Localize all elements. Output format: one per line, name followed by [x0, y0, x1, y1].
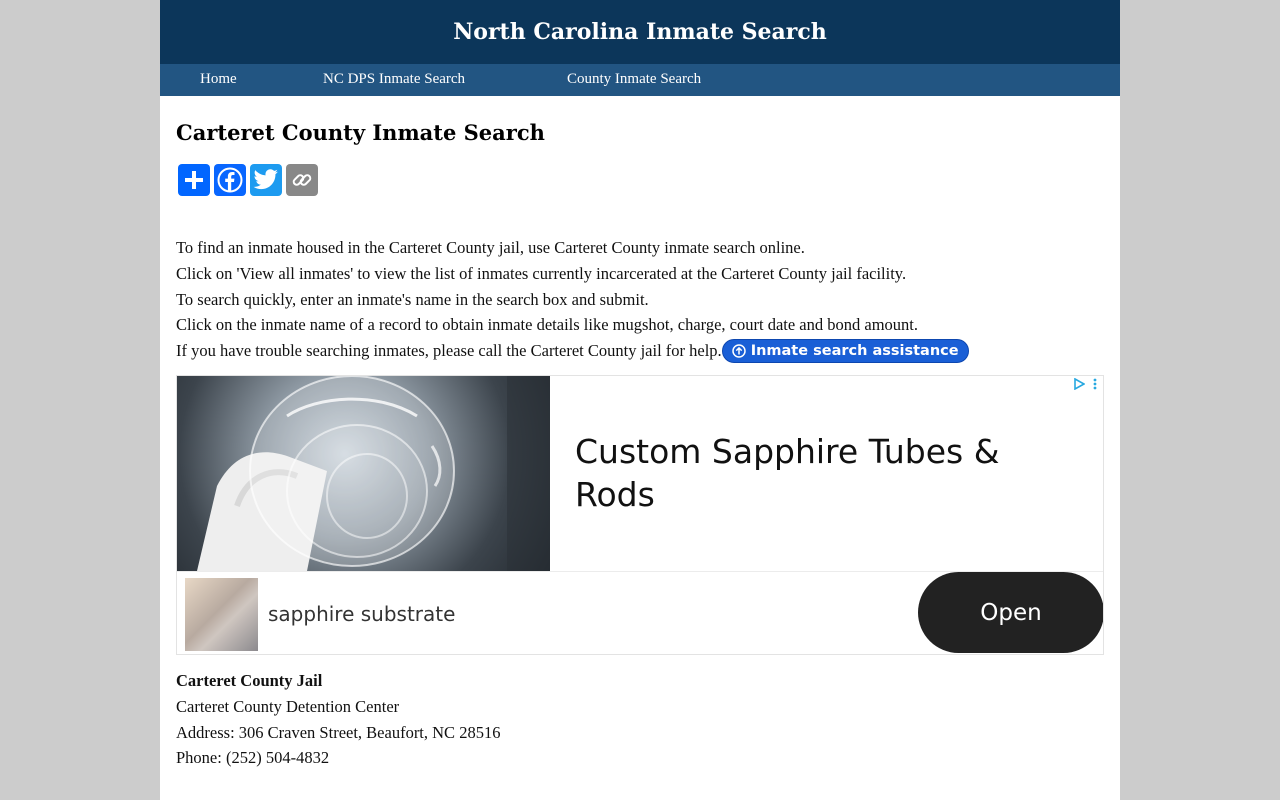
facebook-icon — [217, 167, 243, 193]
copy-link-button[interactable] — [286, 164, 318, 196]
inmate-search-assistance-button[interactable]: Inmate search assistance — [721, 339, 969, 364]
nav-home-link[interactable]: Home — [200, 71, 237, 88]
jail-info: Carteret County Jail Carteret County Det… — [176, 668, 500, 771]
advertisement[interactable]: Custom Sapphire Tubes & Rods sapphire su… — [176, 375, 1104, 655]
ad-open-button[interactable]: Open — [918, 572, 1103, 653]
help-text: If you have trouble searching inmates, p… — [176, 341, 722, 361]
sapphire-disc-image — [197, 376, 550, 571]
intro-line: To find an inmate housed in the Carteret… — [176, 238, 805, 257]
intro-line: To search quickly, enter an inmate's nam… — [176, 289, 649, 309]
ad-headline[interactable]: Custom Sapphire Tubes & Rods — [575, 430, 1045, 516]
page-title: Carteret County Inmate Search — [176, 120, 545, 145]
nav-nc-dps-link[interactable]: NC DPS Inmate Search — [323, 71, 465, 88]
ad-subtitle[interactable]: sapphire substrate — [268, 602, 455, 626]
jail-title: Carteret County Jail — [176, 671, 323, 690]
jail-name: Carteret County Detention Center — [176, 696, 400, 716]
ad-choices-icon[interactable] — [1073, 378, 1085, 390]
intro-line: Click on 'View all inmates' to view the … — [176, 263, 907, 283]
jail-address: Address: 306 Craven Street, Beaufort, NC… — [176, 722, 501, 742]
page-container: North Carolina Inmate Search Home NC DPS… — [160, 0, 1120, 800]
plus-icon — [185, 171, 203, 189]
site-header: North Carolina Inmate Search — [160, 0, 1120, 64]
twitter-share-button[interactable] — [250, 164, 282, 196]
ad-choices[interactable] — [1073, 378, 1097, 390]
twitter-icon — [253, 169, 278, 190]
link-icon — [292, 174, 312, 186]
intro-text: To find an inmate housed in the Carteret… — [176, 235, 969, 364]
jail-phone: Phone: (252) 504-4832 — [176, 748, 330, 768]
facebook-share-button[interactable] — [214, 164, 246, 196]
share-bar — [178, 164, 318, 196]
ad-bottom-bar: sapphire substrate Open — [177, 571, 1103, 654]
more-options-icon[interactable] — [1093, 378, 1097, 390]
intro-line-help: If you have trouble searching inmates, p… — [176, 338, 969, 364]
assist-button-label: Inmate search assistance — [750, 342, 959, 359]
arrow-up-circle-icon — [731, 344, 746, 359]
share-button[interactable] — [178, 164, 210, 196]
nav-county-link[interactable]: County Inmate Search — [567, 71, 701, 88]
intro-line: Click on the inmate name of a record to … — [176, 315, 918, 335]
ad-thumbnail[interactable] — [185, 578, 258, 651]
ad-image[interactable] — [177, 376, 550, 571]
main-nav: Home NC DPS Inmate Search County Inmate … — [160, 64, 1120, 96]
site-title[interactable]: North Carolina Inmate Search — [453, 19, 827, 45]
